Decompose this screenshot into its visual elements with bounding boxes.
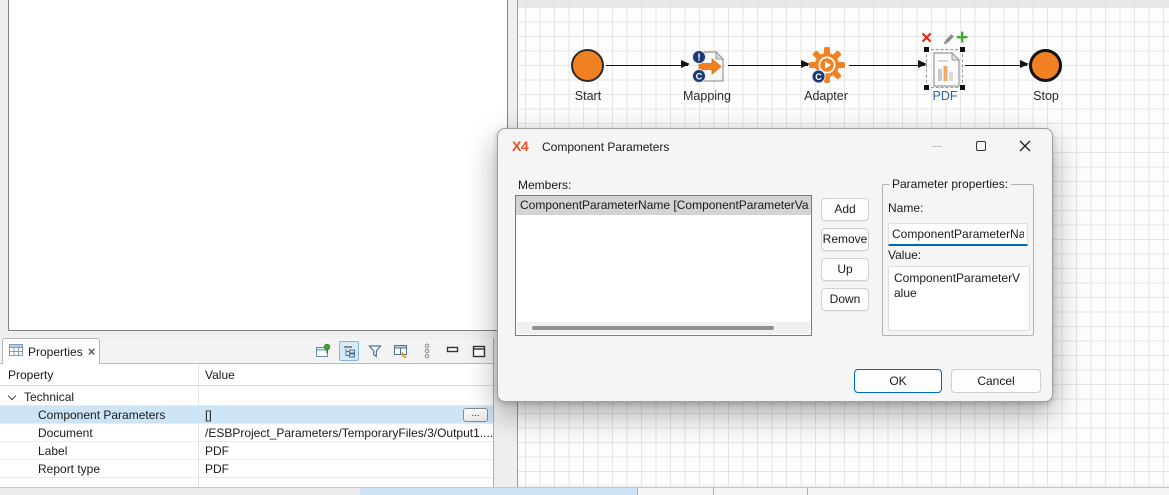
cancel-button[interactable]: Cancel	[951, 369, 1041, 393]
mapping-node[interactable]: ! C	[690, 48, 727, 85]
minimize-button	[918, 133, 956, 159]
connector	[606, 65, 688, 66]
tab-label: Properties	[28, 345, 83, 359]
start-node[interactable]	[571, 49, 604, 82]
column-header-property[interactable]: Property	[8, 368, 53, 382]
pin-view-icon[interactable]	[313, 341, 333, 361]
mapping-node-label: Mapping	[667, 89, 747, 103]
adapter-node[interactable]: C	[805, 45, 848, 88]
tab-properties[interactable]: Properties ×	[2, 338, 100, 364]
bottom-trim-segment	[807, 488, 1169, 495]
connector	[849, 65, 925, 66]
row-property: Document	[38, 424, 93, 442]
svg-text:!: !	[697, 53, 700, 64]
value-textarea[interactable]: ComponentParameterValue	[888, 266, 1030, 331]
up-button[interactable]: Up	[821, 258, 869, 281]
ok-button[interactable]: OK	[854, 369, 942, 393]
stop-node-label: Stop	[1006, 89, 1086, 103]
left-editor-canvas[interactable]	[8, 0, 508, 331]
name-input[interactable]	[888, 223, 1028, 246]
column-header-value[interactable]: Value	[205, 368, 235, 382]
properties-panel: Properties ×	[0, 338, 494, 487]
down-button[interactable]: Down	[821, 288, 869, 311]
arrowhead-icon	[681, 60, 690, 68]
bottom-trim-segment	[713, 488, 807, 495]
table-row-label[interactable]: Label PDF	[0, 442, 493, 460]
minimize-view-icon[interactable]	[443, 341, 463, 361]
close-button[interactable]	[1006, 133, 1044, 159]
connector	[728, 65, 808, 66]
edit-pencil-icon[interactable]	[941, 33, 955, 50]
add-node-icon[interactable]: +	[956, 30, 968, 46]
row-value: /ESBProject_Parameters/TemporaryFiles/3/…	[205, 424, 493, 442]
filter-icon[interactable]	[365, 341, 385, 361]
bottom-scrollbar-thumb[interactable]	[360, 488, 637, 495]
pdf-node-label: PDF	[905, 89, 985, 103]
mapping-icon: ! C	[690, 74, 727, 88]
row-property: Label	[38, 442, 67, 460]
dialog-title: Component Parameters	[542, 140, 669, 154]
table-row-document[interactable]: Document /ESBProject_Parameters/Temporar…	[0, 424, 493, 442]
remove-button[interactable]: Remove	[821, 228, 869, 251]
row-property: Component Parameters	[38, 406, 165, 424]
table-row-report-type[interactable]: Report type PDF	[0, 460, 493, 478]
arrowhead-icon	[1020, 60, 1029, 68]
value-label: Value:	[888, 248, 921, 262]
selection-handle[interactable]	[960, 47, 965, 52]
scrollbar-thumb[interactable]	[532, 326, 774, 330]
group-title: Parameter properties:	[889, 177, 1011, 191]
tab-close-icon[interactable]: ×	[88, 346, 96, 358]
members-label: Members:	[518, 178, 571, 192]
row-value: PDF	[205, 442, 229, 460]
chevron-down-icon[interactable]	[8, 392, 16, 400]
connector	[965, 65, 1027, 66]
selection-handle[interactable]	[924, 47, 929, 52]
table-icon	[9, 343, 23, 360]
view-menu-dots-icon[interactable]	[417, 341, 437, 361]
show-categories-icon[interactable]	[339, 341, 359, 361]
table-row-technical[interactable]: Technical	[0, 388, 493, 406]
row-property: Technical	[24, 388, 74, 406]
list-horizontal-scrollbar[interactable]	[517, 322, 810, 334]
start-node-label: Start	[548, 89, 628, 103]
bottom-trim-bar	[0, 487, 1169, 495]
delete-node-icon[interactable]: ×	[921, 31, 932, 47]
ellipsis-button[interactable]: ...	[463, 408, 488, 422]
maximize-view-icon[interactable]	[469, 341, 489, 361]
dialog-titlebar[interactable]: X4 Component Parameters	[498, 129, 1052, 163]
adapter-node-label: Adapter	[786, 89, 866, 103]
component-parameters-dialog: X4 Component Parameters Members: Compone…	[497, 128, 1053, 402]
add-button[interactable]: Add	[821, 198, 869, 221]
x4-logo: X4	[512, 138, 528, 154]
svg-text:C: C	[696, 72, 703, 82]
row-value: PDF	[205, 460, 229, 478]
properties-table-header[interactable]: Property Value	[0, 364, 493, 386]
restore-default-icon[interactable]	[391, 341, 411, 361]
svg-text:C: C	[815, 72, 822, 82]
member-list-item[interactable]: ComponentParameterName [ComponentParamet…	[516, 196, 811, 215]
stop-node[interactable]	[1029, 49, 1062, 82]
parameter-properties-group: Parameter properties: Name: Value: Compo…	[882, 184, 1034, 336]
members-list[interactable]: ComponentParameterName [ComponentParamet…	[515, 195, 812, 336]
table-row-component-parameters[interactable]: Component Parameters [] ...	[0, 406, 493, 424]
name-label: Name:	[888, 201, 923, 215]
canvas-top-band	[518, 0, 1169, 7]
maximize-button[interactable]	[962, 133, 1000, 159]
bottom-trim-segment	[637, 488, 713, 495]
row-property: Report type	[38, 460, 100, 478]
properties-tabbar: Properties ×	[0, 338, 493, 364]
row-value: []	[205, 406, 212, 424]
pdf-node-selected[interactable]	[926, 49, 963, 88]
